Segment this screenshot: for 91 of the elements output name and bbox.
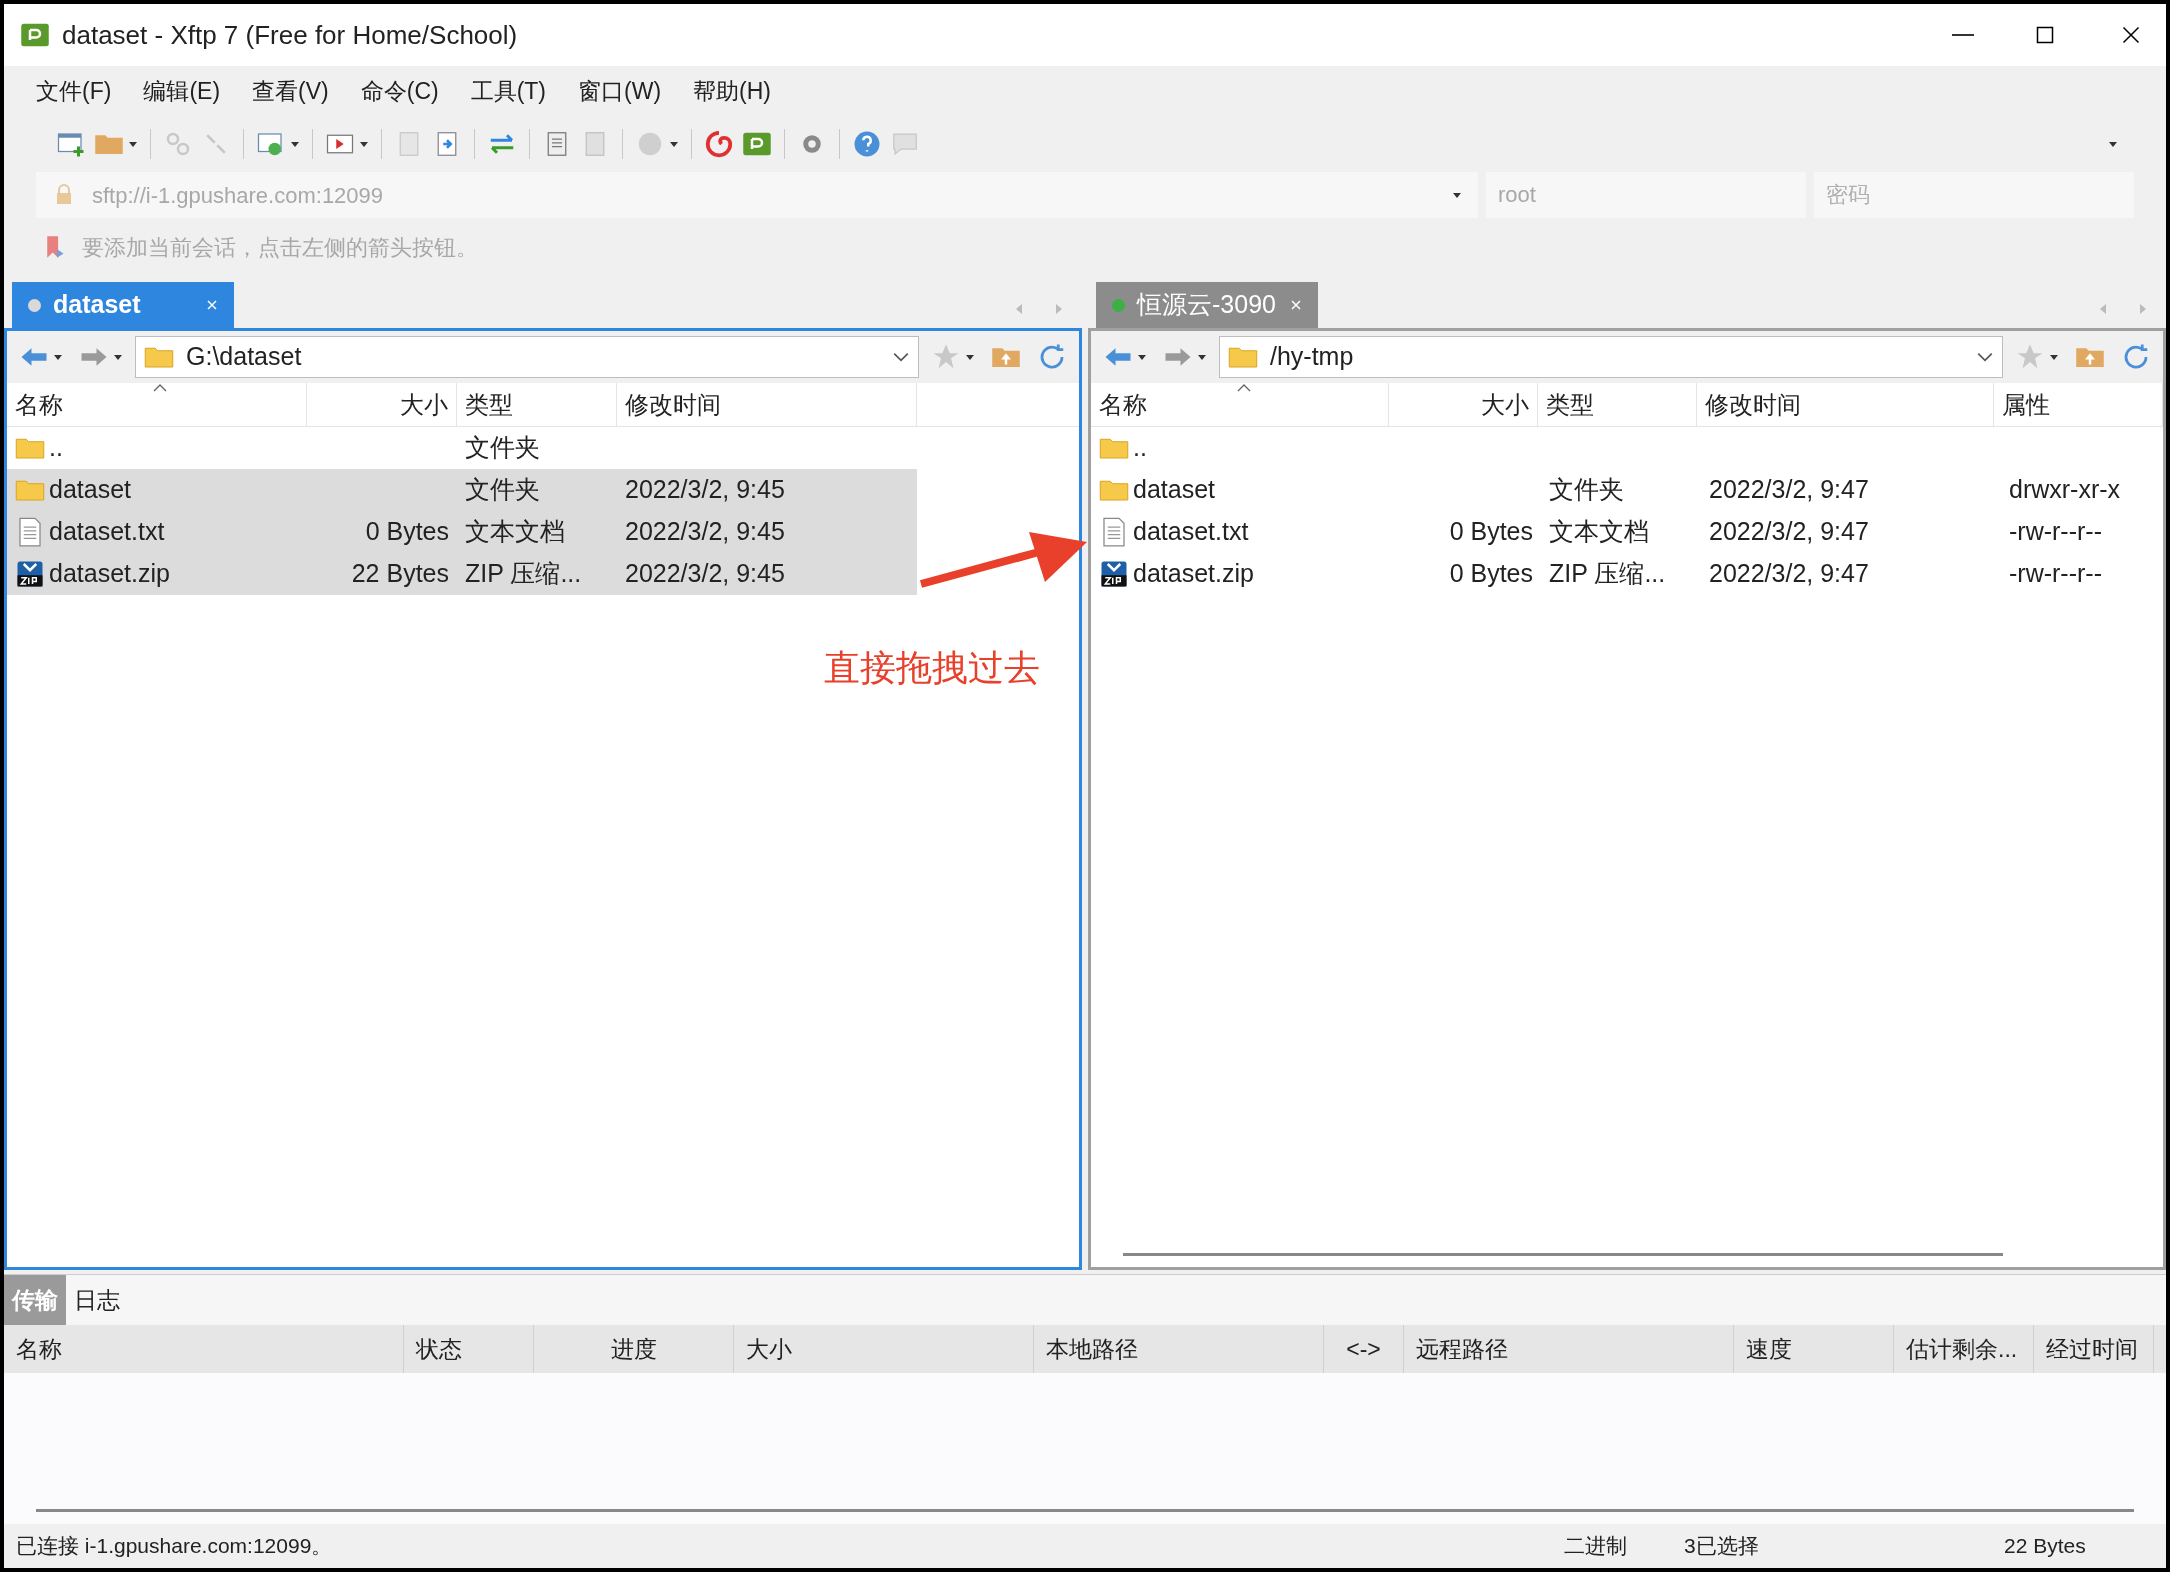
column-header[interactable]: 修改时间 xyxy=(1696,383,1995,426)
cell-text: 2022/3/2, 9:47 xyxy=(1709,474,1869,506)
file-row[interactable]: dataset.txt 0 Bytes 文本文档 2022/3/2, 9:45 xyxy=(7,511,917,553)
cell-text: 2022/3/2, 9:47 xyxy=(1709,558,1869,590)
cell-text: 文本文档 xyxy=(465,516,565,548)
password-field[interactable]: 密码 xyxy=(1814,172,2134,218)
cell-text: 2022/3/2, 9:45 xyxy=(625,516,785,548)
column-header[interactable]: 类型 xyxy=(457,383,617,426)
cell-text: 0 Bytes xyxy=(1449,516,1533,548)
cell-text: dataset xyxy=(49,474,131,506)
column-header[interactable]: 属性 xyxy=(1994,383,2163,426)
file-row[interactable]: dataset.txt 0 Bytes 文本文档 2022/3/2, 9:47 -rw-r--r-- xyxy=(1091,511,2170,553)
bottom-tab[interactable]: 日志 xyxy=(66,1275,128,1325)
selection-size: 22 Bytes xyxy=(2004,1533,2087,1560)
caret-icon xyxy=(1137,352,1147,362)
menu-item[interactable]: 查看(V) xyxy=(252,73,329,109)
caret-icon xyxy=(669,139,679,149)
cell-text: -rw-r--r-- xyxy=(2009,516,2102,548)
cell-text: -rw-r--r-- xyxy=(2009,558,2102,590)
caret-icon xyxy=(2049,352,2059,362)
menu-item[interactable]: 命令(C) xyxy=(360,73,439,109)
caret-icon xyxy=(1197,352,1207,362)
menu-item[interactable]: 窗口(W) xyxy=(578,73,662,109)
pane-tab[interactable]: dataset xyxy=(12,282,234,328)
file-row[interactable]: dataset 文件夹 2022/3/2, 9:47 drwxr-xr-x xyxy=(1091,469,2170,511)
cell-text: drwxr-xr-x xyxy=(2009,474,2121,506)
sort-caret-icon xyxy=(1237,383,1251,392)
caret-icon xyxy=(128,139,138,149)
column-header[interactable]: 修改时间 xyxy=(617,383,917,426)
file-row[interactable]: dataset 文件夹 2022/3/2, 9:45 xyxy=(7,469,917,511)
zip-archive-icon xyxy=(15,559,45,589)
annotation-text: 直接拖拽过去 xyxy=(824,646,1040,690)
column-header[interactable]: 名称 xyxy=(7,383,307,426)
cell-text: ZIP 压缩... xyxy=(1549,558,1666,590)
column-header[interactable]: 大小 xyxy=(1388,383,1538,426)
file-row[interactable]: dataset.zip 22 Bytes ZIP 压缩... 2022/3/2, 9:45 xyxy=(7,553,917,595)
cell-text: ZIP 压缩... xyxy=(465,558,582,590)
cell-text: 0 Bytes xyxy=(1449,558,1533,590)
caret-icon xyxy=(290,139,300,149)
cell-text: 22 Bytes xyxy=(351,558,449,590)
cell-text: dataset xyxy=(1133,474,1215,506)
cell-text: 文件夹 xyxy=(465,432,540,464)
path-field[interactable]: G:\dataset xyxy=(135,336,919,378)
menu-item[interactable]: 工具(T) xyxy=(470,73,547,109)
caret-icon xyxy=(359,139,369,149)
swirl-logo-icon xyxy=(704,129,734,159)
help-icon xyxy=(852,129,882,159)
minimize-icon xyxy=(1952,34,1974,36)
scrollbar[interactable] xyxy=(1123,1252,2003,1256)
connection-status: 已连接 i-1.gpushare.com:12099。 xyxy=(16,1533,334,1560)
zip-archive-icon xyxy=(1099,559,1129,589)
cell-text: 2022/3/2, 9:45 xyxy=(625,558,785,590)
selection-count: 3已选择 xyxy=(1684,1533,1760,1560)
cell-text: 文件夹 xyxy=(465,474,540,506)
caret-icon xyxy=(53,352,63,362)
caret-icon xyxy=(965,352,975,362)
scrollbar[interactable] xyxy=(36,1509,2134,1512)
cell-text: dataset.zip xyxy=(49,558,170,590)
close-icon[interactable] xyxy=(1290,299,1302,311)
cell-text: dataset.zip xyxy=(1133,558,1254,590)
close-icon[interactable] xyxy=(206,299,218,311)
menu-item[interactable]: 帮助(H) xyxy=(693,73,771,109)
file-row[interactable]: .. 文件夹 xyxy=(7,427,917,469)
cell-text: dataset.txt xyxy=(1133,516,1249,548)
menu-item[interactable]: 文件(F) xyxy=(36,73,112,109)
cell-text: 2022/3/2, 9:45 xyxy=(625,474,785,506)
menu-item[interactable]: 编辑(E) xyxy=(143,73,221,109)
cell-text: dataset.txt xyxy=(49,516,165,548)
cell-text: 2022/3/2, 9:47 xyxy=(1709,516,1869,548)
path-text: /hy-tmp xyxy=(1270,341,1355,373)
cell-text: 文本文档 xyxy=(1549,516,1649,548)
sort-caret-icon xyxy=(153,383,167,392)
window-title: dataset - Xftp 7 (Free for Home/School) xyxy=(62,18,519,52)
cell-text: 文件夹 xyxy=(1549,474,1624,506)
column-header[interactable]: 名称 xyxy=(1091,383,1389,426)
cell-text: .. xyxy=(1133,432,1147,464)
caret-icon[interactable] xyxy=(1452,190,1462,200)
caret-icon xyxy=(113,352,123,362)
column-header[interactable]: 类型 xyxy=(1537,383,1697,426)
transfer-mode: 二进制 xyxy=(1564,1533,1628,1560)
tab-label: dataset xyxy=(53,289,142,321)
column-header[interactable]: 大小 xyxy=(307,383,457,426)
file-row[interactable]: .. xyxy=(1091,427,2170,469)
cell-text: .. xyxy=(49,432,63,464)
toolbar-overflow-icon xyxy=(2108,139,2118,149)
hint-text: 要添加当前会话，点击左侧的箭头按钮。 xyxy=(82,233,478,262)
cell-text: 0 Bytes xyxy=(365,516,449,548)
tab-label: 恒源云-3090 xyxy=(1137,289,1277,321)
path-field[interactable]: /hy-tmp xyxy=(1219,336,2003,378)
file-row[interactable]: dataset.zip 0 Bytes ZIP 压缩... 2022/3/2, 9:47 -rw-r--r-- xyxy=(1091,553,2170,595)
path-text: G:\dataset xyxy=(186,341,303,373)
